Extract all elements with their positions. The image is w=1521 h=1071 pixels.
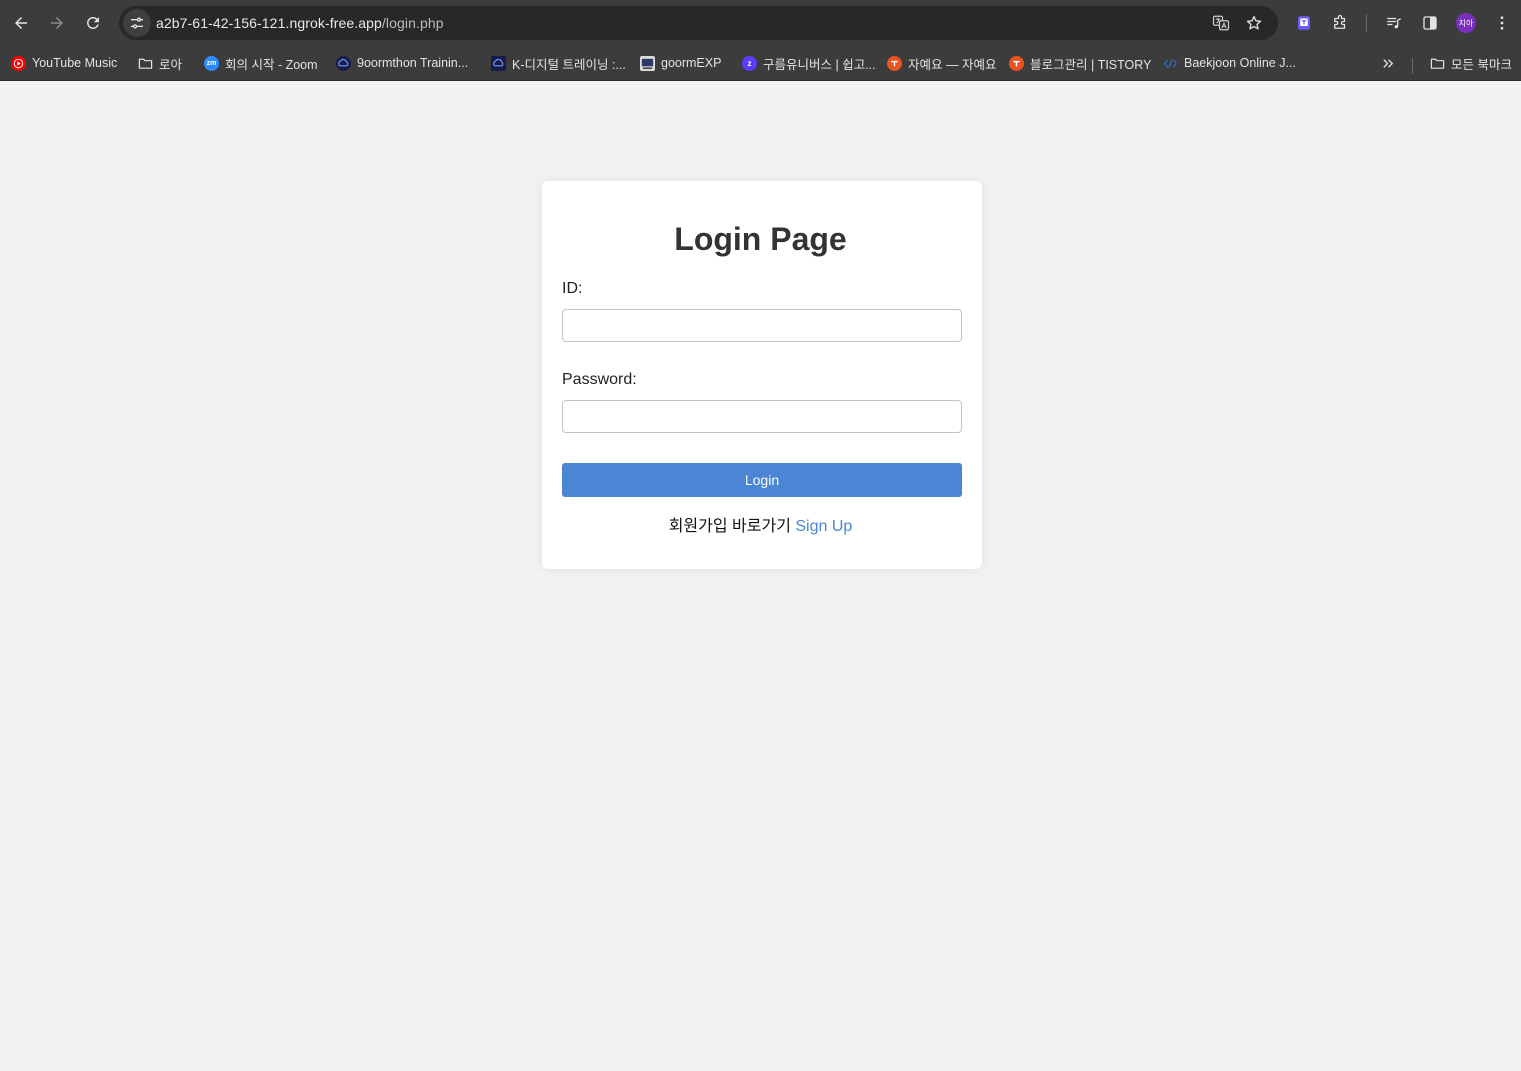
- translate-button[interactable]: [1211, 13, 1231, 33]
- youtube-music-icon: [11, 55, 26, 71]
- goorm-icon: [491, 55, 506, 71]
- tistory-icon: [887, 55, 902, 71]
- bookmark-label: 블로그관리 | TISTORY: [1030, 57, 1152, 72]
- id-input[interactable]: [562, 309, 962, 342]
- bookmark-baekjoon[interactable]: Baekjoon Online J...: [1163, 52, 1296, 74]
- password-label: Password:: [562, 371, 637, 388]
- side-panel-icon: [1423, 16, 1437, 30]
- toolbar-divider: [1366, 14, 1367, 32]
- bookmark-youtube-music[interactable]: YouTube Music: [11, 52, 117, 74]
- bookmark-blog-jayeyo[interactable]: 자예요 — 자예요: [887, 52, 996, 74]
- translate-icon: [1212, 15, 1230, 31]
- signup-prompt-text: 회원가입 바로가기: [668, 518, 791, 535]
- page-title: Login Page: [674, 221, 847, 257]
- login-button[interactable]: Login: [562, 463, 962, 497]
- url-path: /login.php: [381, 15, 444, 31]
- extension-app-icon: [1298, 16, 1310, 30]
- bookmark-label: 자예요 — 자예요: [908, 57, 997, 72]
- signup-link[interactable]: Sign Up: [795, 518, 852, 535]
- goorm-icon: [336, 55, 351, 71]
- bookmark-label: YouTube Music: [32, 56, 118, 70]
- bookmark-goorm-universe[interactable]: z 구름유니버스 | 쉽고...: [742, 52, 876, 74]
- bookmark-goormexp[interactable]: goormEXP: [640, 52, 721, 74]
- bookmark-star-button[interactable]: [1244, 13, 1264, 33]
- star-icon: [1246, 15, 1262, 30]
- bookmark-folder-roa[interactable]: 로아: [138, 52, 182, 74]
- url-text: a2b7-61-42-156-121.ngrok-free.app/login.…: [156, 15, 444, 31]
- media-controls-button[interactable]: [1382, 11, 1406, 35]
- bookmark-label: goormEXP: [661, 56, 722, 70]
- puzzle-icon: [1334, 14, 1346, 29]
- address-bar[interactable]: a2b7-61-42-156-121.ngrok-free.app/login.…: [119, 6, 1278, 40]
- bookmark-tistory-admin[interactable]: 블로그관리 | TISTORY: [1009, 52, 1151, 74]
- side-panel-button[interactable]: [1418, 11, 1442, 35]
- bookmark-label: 회의 시작 - Zoom: [225, 57, 318, 72]
- browser-menu-button[interactable]: [1490, 11, 1514, 35]
- zoom-icon: zm: [204, 55, 219, 71]
- site-info-button[interactable]: [123, 9, 151, 37]
- extensions-menu-button[interactable]: [1328, 11, 1352, 35]
- id-label: ID:: [562, 280, 583, 297]
- bookmark-label: Baekjoon Online J...: [1184, 56, 1296, 70]
- arrow-right-icon: [51, 17, 63, 29]
- bookmark-label: K-디지털 트레이닝 :...: [512, 57, 626, 72]
- bookmark-label: 구름유니버스 | 쉽고...: [763, 57, 876, 72]
- bookmark-9oormthon[interactable]: 9oormthon Trainin...: [336, 52, 468, 74]
- bookmark-label: 로아: [159, 57, 183, 72]
- more-vertical-icon: [1500, 16, 1504, 30]
- password-input[interactable]: [562, 400, 962, 433]
- signup-prompt: 회원가입 바로가기 Sign Up: [0, 512, 1521, 536]
- chevron-double-right-icon: [1381, 56, 1396, 71]
- all-bookmarks-label: 모든 북마크: [1451, 57, 1512, 72]
- url-host: a2b7-61-42-156-121.ngrok-free.app: [156, 15, 382, 31]
- folder-icon: [1430, 56, 1445, 71]
- goorm-universe-icon: z: [742, 55, 757, 71]
- reload-button[interactable]: [78, 8, 108, 38]
- playlist-music-icon: [1387, 17, 1401, 29]
- extension-button[interactable]: [1292, 11, 1316, 35]
- tistory-icon: [1009, 55, 1024, 71]
- bookmarks-divider: [1412, 58, 1413, 74]
- bookmark-zoom[interactable]: zm 회의 시작 - Zoom: [204, 52, 318, 74]
- tune-icon: [131, 17, 143, 29]
- all-bookmarks-folder[interactable]: 모든 북마크: [1430, 52, 1512, 74]
- bookmarks-overflow-button[interactable]: [1381, 52, 1396, 74]
- baekjoon-icon: [1163, 56, 1178, 71]
- bookmark-label: 9oormthon Trainin...: [357, 56, 469, 70]
- arrow-left-icon: [15, 17, 27, 29]
- reload-icon: [87, 17, 99, 29]
- profile-avatar[interactable]: 지아: [1456, 13, 1476, 33]
- forward-button[interactable]: [42, 8, 72, 38]
- bookmarks-bar: YouTube Music 로아 zm 회의 시작 - Zoom 9oormth…: [0, 46, 1521, 81]
- folder-icon: [138, 56, 153, 71]
- browser-toolbar: a2b7-61-42-156-121.ngrok-free.app/login.…: [0, 0, 1521, 46]
- goormexp-icon: [640, 55, 655, 71]
- back-button[interactable]: [6, 8, 36, 38]
- bookmark-k-digital[interactable]: K-디지털 트레이닝 :...: [491, 52, 626, 74]
